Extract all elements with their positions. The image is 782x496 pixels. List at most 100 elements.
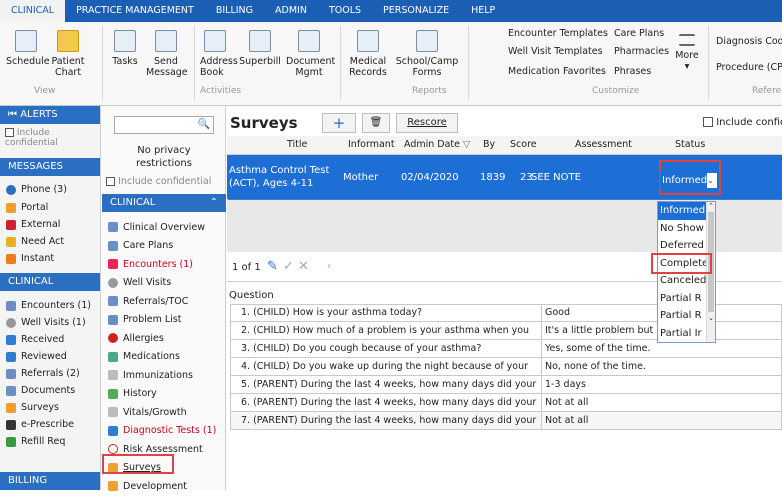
close-icon[interactable]: ✕ xyxy=(298,259,309,274)
column-by[interactable]: By xyxy=(483,139,495,150)
privacy-line-2: restrictions xyxy=(136,158,192,169)
nav-external[interactable]: External xyxy=(0,216,100,233)
table-row[interactable]: 6. (PARENT) During the last 4 weeks, how… xyxy=(230,394,782,412)
medication-favorites-link[interactable]: Medication Favorites xyxy=(508,66,606,77)
status-option-no-show[interactable]: No Show xyxy=(658,220,706,238)
care-plans-label: Care Plans xyxy=(123,240,174,252)
nav-documents[interactable]: Documents xyxy=(0,382,100,399)
chart-nav-diagnostic-tests[interactable]: Diagnostic Tests (1) xyxy=(102,422,226,441)
check-icon[interactable]: ✓ xyxy=(283,259,294,274)
nav-received[interactable]: Received xyxy=(0,331,100,348)
well-visit-templates-link[interactable]: Well Visit Templates xyxy=(508,46,603,57)
phone-label: Phone (3) xyxy=(21,184,67,195)
schedule-button[interactable]: Schedule xyxy=(6,30,50,67)
status-option-partial-ir[interactable]: Partial Ir xyxy=(658,325,706,343)
question-text: 7. (PARENT) During the last 4 weeks, how… xyxy=(241,415,537,426)
include-confidential-toggle[interactable]: Include confide xyxy=(703,117,782,128)
pencil-icon[interactable]: ✎ xyxy=(267,259,278,274)
document-mgmt-button[interactable]: Document Mgmt xyxy=(286,30,336,78)
status-option-deferred[interactable]: Deferred xyxy=(658,237,706,255)
status-select[interactable]: Informed⌄ xyxy=(660,172,718,189)
nav-need-act[interactable]: Need Act xyxy=(0,233,100,250)
nav-instant[interactable]: Instant xyxy=(0,250,100,267)
scroll-down-icon[interactable]: ⌄ xyxy=(707,314,715,322)
nav-reviewed[interactable]: Reviewed xyxy=(0,348,100,365)
menu-tools[interactable]: TOOLS xyxy=(318,0,372,22)
status-option-informed[interactable]: Informed xyxy=(658,202,706,220)
table-row[interactable]: 5. (PARENT) During the last 4 weeks, how… xyxy=(230,376,782,394)
column-informant[interactable]: Informant xyxy=(348,139,395,150)
chart-nav-problem-list[interactable]: Problem List xyxy=(102,311,226,330)
chart-nav-history[interactable]: History xyxy=(102,385,226,404)
billing-header[interactable]: BILLING xyxy=(0,472,100,490)
column-assessment[interactable]: Assessment xyxy=(575,139,632,150)
chart-nav-care-plans[interactable]: Care Plans xyxy=(102,237,226,256)
include-confidential-checkbox[interactable]: Include confidential xyxy=(0,124,100,158)
chart-nav-clinical-overview[interactable]: Clinical Overview xyxy=(102,218,226,237)
column-status[interactable]: Status xyxy=(675,139,705,150)
school-camp-forms-button[interactable]: School/Camp Forms xyxy=(394,30,460,78)
more-button[interactable]: More ▾ xyxy=(672,28,702,72)
messages-header[interactable]: MESSAGES xyxy=(0,158,100,176)
nav-e-prescribe[interactable]: e-Prescribe xyxy=(0,416,100,433)
chart-nav-allergies[interactable]: Allergies xyxy=(102,329,226,348)
referrals-label: Referrals (2) xyxy=(21,368,80,379)
phrases-link[interactable]: Phrases xyxy=(614,66,651,77)
menu-personalize[interactable]: PERSONALIZE xyxy=(372,0,460,22)
add-button[interactable]: + xyxy=(322,113,356,133)
send-message-button[interactable]: Send Message xyxy=(146,30,188,78)
document-mgmt-label-1: Document xyxy=(286,56,336,67)
address-book-button[interactable]: Address Book xyxy=(200,30,238,78)
documents-icon xyxy=(6,385,16,396)
patient-chart-button[interactable]: Patient Chart xyxy=(48,30,88,78)
menu-clinical[interactable]: CLINICAL xyxy=(0,0,66,22)
chart-nav-medications[interactable]: Medications xyxy=(102,348,226,367)
pharmacies-link[interactable]: Pharmacies xyxy=(614,46,669,57)
page-title: Surveys xyxy=(230,114,298,132)
clinical-header[interactable]: CLINICAL xyxy=(0,273,100,291)
chart-nav-immunizations[interactable]: Immunizations xyxy=(102,366,226,385)
menu-billing[interactable]: BILLING xyxy=(205,0,264,22)
status-option-partial-r-2[interactable]: Partial R xyxy=(658,307,706,325)
tasks-button[interactable]: Tasks xyxy=(110,30,140,67)
nav-well-visits[interactable]: Well Visits (1) xyxy=(0,314,100,331)
list-icon xyxy=(679,34,695,46)
chart-nav-vitals-growth[interactable]: Vitals/Growth xyxy=(102,403,226,422)
nav-refill-req[interactable]: Refill Req xyxy=(0,433,100,450)
table-row[interactable]: 7. (PARENT) During the last 4 weeks, how… xyxy=(230,412,782,430)
chart-nav-well-visits[interactable]: Well Visits xyxy=(102,274,226,293)
status-option-partial-r-1[interactable]: Partial R xyxy=(658,290,706,308)
encounter-templates-link[interactable]: Encounter Templates xyxy=(508,28,608,39)
column-admin-date[interactable]: Admin Date ▽ xyxy=(404,139,470,150)
rescore-button[interactable]: Rescore xyxy=(396,113,458,133)
chart-nav-encounters[interactable]: Encounters (1) xyxy=(102,255,226,274)
include-confidential-checkbox-b[interactable]: Include confidential xyxy=(106,176,211,187)
nav-encounters[interactable]: Encounters (1) xyxy=(0,297,100,314)
nav-portal[interactable]: Portal xyxy=(0,199,100,216)
chart-nav-development[interactable]: Development xyxy=(102,477,226,496)
column-title[interactable]: Title xyxy=(287,139,307,150)
nav-phone[interactable]: Phone (3) xyxy=(0,180,100,199)
superbill-button[interactable]: Superbill xyxy=(236,30,284,67)
nav-referrals[interactable]: Referrals (2) xyxy=(0,365,100,382)
confidential-label: confidential xyxy=(5,138,58,148)
scroll-up-icon[interactable]: ⌃ xyxy=(707,202,715,210)
delete-button[interactable]: 🗑 xyxy=(362,113,390,133)
chart-clinical-header[interactable]: CLINICAL ⌃ xyxy=(102,194,226,212)
column-score[interactable]: Score xyxy=(510,139,537,150)
care-plans-link[interactable]: Care Plans xyxy=(614,28,664,39)
table-row[interactable]: 4. (CHILD) Do you wake up during the nig… xyxy=(230,358,782,376)
menu-help[interactable]: HELP xyxy=(460,0,506,22)
chart-nav-referrals-toc[interactable]: Referrals/TOC xyxy=(102,292,226,311)
procedure-cpt-link[interactable]: Procedure (CPT xyxy=(716,62,782,73)
status-option-canceled[interactable]: Canceled xyxy=(658,272,706,290)
diagnosis-codes-link[interactable]: Diagnosis Code xyxy=(716,36,782,47)
patient-search-input[interactable]: 🔍 xyxy=(114,116,214,134)
medical-records-button[interactable]: Medical Records xyxy=(346,30,390,78)
nav-surveys[interactable]: Surveys xyxy=(0,399,100,416)
menu-admin[interactable]: ADMIN xyxy=(264,0,318,22)
alerts-header[interactable]: ⏮ ALERTS xyxy=(0,106,100,124)
group-label-reference: Refere xyxy=(752,86,782,96)
menu-practice-management[interactable]: PRACTICE MANAGEMENT xyxy=(65,0,205,22)
scroll-left-icon[interactable]: ‹ xyxy=(327,261,331,272)
